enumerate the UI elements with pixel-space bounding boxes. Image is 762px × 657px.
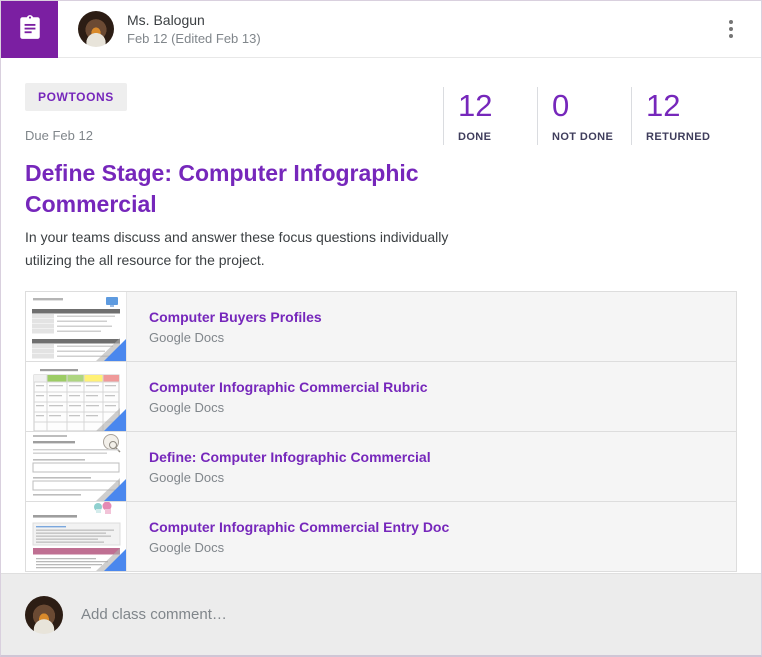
stat-returned[interactable]: 12 RETURNED <box>631 87 737 145</box>
assignment-clipboard-icon <box>17 14 43 45</box>
stat-done[interactable]: 12 DONE <box>443 87 537 145</box>
stat-not-done-value: 0 <box>552 89 631 123</box>
attachment-row[interactable]: Define: Computer Infographic Commercial … <box>25 431 737 502</box>
attachment-type: Google Docs <box>149 470 431 485</box>
submission-stats: 12 DONE 0 NOT DONE 12 RETURNED <box>443 87 737 145</box>
stat-returned-value: 12 <box>646 89 737 123</box>
teacher-avatar <box>78 11 114 47</box>
attachment-type: Google Docs <box>149 540 449 555</box>
attachment-type: Google Docs <box>149 400 427 415</box>
kebab-menu-icon <box>729 20 733 38</box>
post-header: Ms. Balogun Feb 12 (Edited Feb 13) <box>1 1 761 58</box>
stat-returned-label: RETURNED <box>646 131 737 143</box>
attachment-row[interactable]: Computer Buyers Profiles Google Docs <box>25 291 737 362</box>
more-options-button[interactable] <box>723 14 739 44</box>
due-date: Due Feb 12 <box>25 128 127 143</box>
assignment-description: In your teams discuss and answer these f… <box>25 226 483 272</box>
attachment-row[interactable]: Computer Infographic Commercial Rubric G… <box>25 361 737 432</box>
assignment-card: Ms. Balogun Feb 12 (Edited Feb 13) POWTO… <box>0 0 762 657</box>
attachment-title: Computer Buyers Profiles <box>149 309 322 325</box>
attachment-title: Define: Computer Infographic Commercial <box>149 449 431 465</box>
attachment-title: Computer Infographic Commercial Entry Do… <box>149 519 449 535</box>
assignment-icon-tile <box>1 1 58 58</box>
doc-thumbnail-tables <box>26 292 127 361</box>
assignment-body: POWTOONS Due Feb 12 12 DONE 0 NOT DONE 1… <box>1 58 761 573</box>
author-block: Ms. Balogun Feb 12 (Edited Feb 13) <box>78 11 723 48</box>
stat-done-value: 12 <box>458 89 537 123</box>
doc-thumbnail-entry <box>26 502 127 571</box>
class-comment-bar: Add class comment… <box>1 573 761 655</box>
attachment-title: Computer Infographic Commercial Rubric <box>149 379 427 395</box>
attachment-row[interactable]: Computer Infographic Commercial Entry Do… <box>25 501 737 572</box>
stat-done-label: DONE <box>458 131 537 143</box>
student-avatar <box>25 596 63 634</box>
attachment-list: Computer Buyers Profiles Google Docs <box>25 291 737 572</box>
class-comment-input[interactable]: Add class comment… <box>81 606 737 623</box>
post-date: Feb 12 (Edited Feb 13) <box>127 30 261 48</box>
assignment-title: Define Stage: Computer Infographic Comme… <box>25 158 480 220</box>
meta-row: POWTOONS Due Feb 12 12 DONE 0 NOT DONE 1… <box>25 83 737 145</box>
topic-and-due: POWTOONS Due Feb 12 <box>25 83 127 145</box>
stat-not-done[interactable]: 0 NOT DONE <box>537 87 631 145</box>
author-name: Ms. Balogun <box>127 11 261 29</box>
attachment-type: Google Docs <box>149 330 322 345</box>
stat-not-done-label: NOT DONE <box>552 131 631 143</box>
doc-thumbnail-form <box>26 432 127 501</box>
doc-thumbnail-rubric <box>26 362 127 431</box>
topic-chip[interactable]: POWTOONS <box>25 83 127 111</box>
